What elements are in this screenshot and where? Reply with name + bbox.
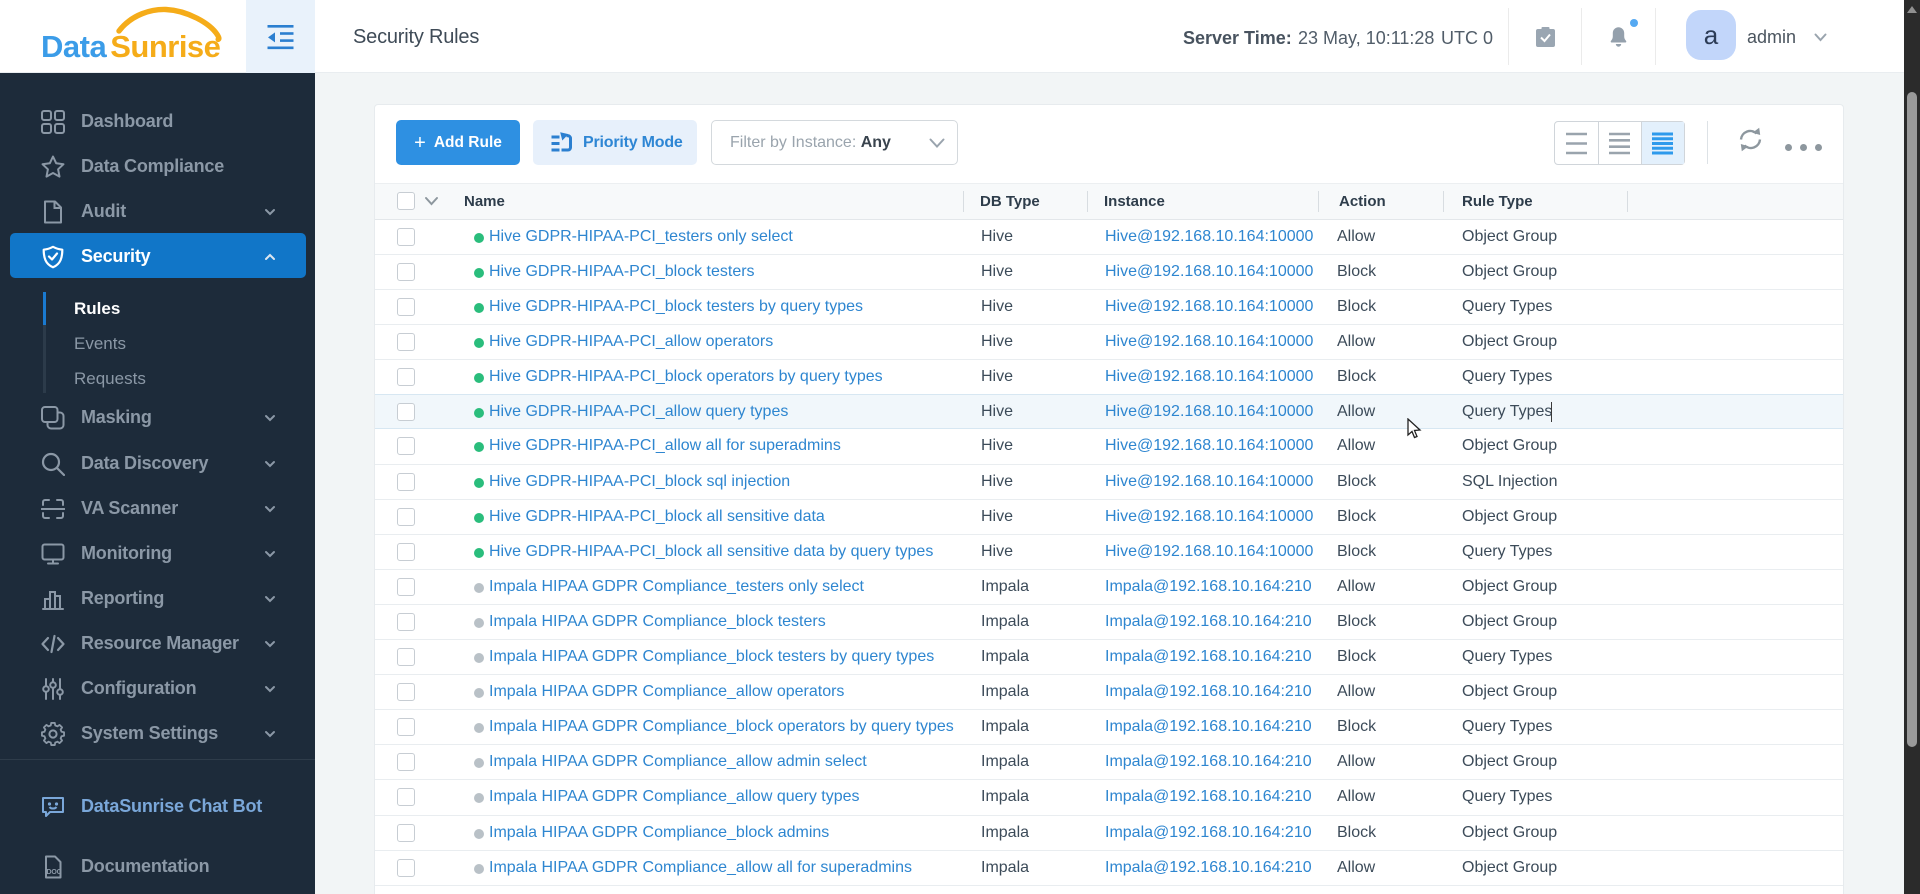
svg-text:DOC: DOC (47, 869, 62, 876)
